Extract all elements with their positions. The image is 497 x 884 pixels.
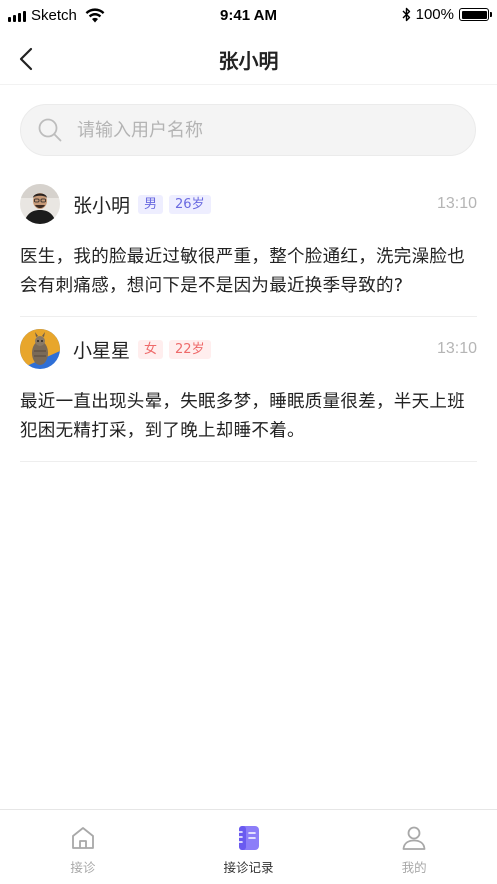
bluetooth-icon bbox=[402, 7, 410, 22]
gender-badge: 男 bbox=[138, 194, 164, 214]
tab-bar: 接诊 接诊记录 我的 bbox=[0, 809, 497, 884]
message-text: 医生，我的脸最近过敏很严重，整个脸通红，洗完澡脸也会有刺痛感，想问下是不是因为最… bbox=[20, 247, 465, 296]
tab-label: 接诊记录 bbox=[223, 860, 274, 875]
gender-badge: 女 bbox=[138, 339, 164, 359]
message-list: 张小明 男 26岁 13:10 医生，我的脸最近过敏很严重，整个脸通红，洗完澡脸… bbox=[20, 172, 477, 462]
age-badge: 22岁 bbox=[169, 339, 211, 359]
list-item[interactable]: 张小明 男 26岁 13:10 医生，我的脸最近过敏很严重，整个脸通红，洗完澡脸… bbox=[20, 172, 477, 317]
back-button[interactable] bbox=[16, 44, 38, 74]
list-item[interactable]: 小星星 女 22岁 13:10 最近一直出现头晕，失眠多梦，睡眠质量很差，半天上… bbox=[20, 317, 477, 462]
user-name: 小星星 bbox=[73, 339, 131, 362]
status-left: Sketch bbox=[8, 7, 105, 24]
status-right: 100% bbox=[402, 6, 492, 23]
battery-icon bbox=[459, 8, 492, 21]
user-name: 张小明 bbox=[73, 194, 131, 217]
message-header: 张小明 男 26岁 13:10 bbox=[20, 183, 477, 225]
search-bar[interactable] bbox=[20, 104, 476, 156]
age-badge: 26岁 bbox=[169, 194, 211, 214]
notebook-icon bbox=[235, 826, 259, 850]
message-text: 最近一直出现头晕，失眠多梦，睡眠质量很差，半天上班犯困无精打采，到了晚上却睡不着… bbox=[20, 392, 465, 441]
user-icon bbox=[402, 826, 426, 850]
status-bar: Sketch 9:41 AM 100% bbox=[0, 0, 497, 34]
signal-icon bbox=[8, 10, 26, 22]
battery-percent: 100% bbox=[415, 6, 454, 23]
message-time: 13:10 bbox=[436, 195, 477, 212]
tab-label: 我的 bbox=[401, 860, 427, 875]
carrier-name: Sketch bbox=[31, 7, 77, 24]
battery-fill bbox=[461, 10, 487, 19]
avatar-illustration-icon bbox=[20, 329, 60, 369]
wifi-icon bbox=[85, 8, 105, 23]
message-time: 13:10 bbox=[436, 340, 477, 357]
tab-records[interactable]: 接诊记录 bbox=[166, 810, 332, 884]
tab-profile[interactable]: 我的 bbox=[331, 810, 497, 884]
chevron-left-icon bbox=[19, 47, 33, 71]
avatar[interactable] bbox=[20, 329, 60, 369]
tab-label: 接诊 bbox=[70, 860, 96, 875]
page-title: 张小明 bbox=[218, 49, 279, 73]
search-icon bbox=[38, 118, 62, 142]
avatar[interactable] bbox=[20, 184, 60, 224]
nav-bar: 张小明 bbox=[0, 34, 497, 85]
search-input[interactable] bbox=[75, 118, 439, 142]
home-icon bbox=[71, 827, 94, 849]
tab-reception[interactable]: 接诊 bbox=[0, 810, 166, 884]
avatar-photo-icon bbox=[20, 184, 60, 224]
message-header: 小星星 女 22岁 13:10 bbox=[20, 328, 477, 370]
